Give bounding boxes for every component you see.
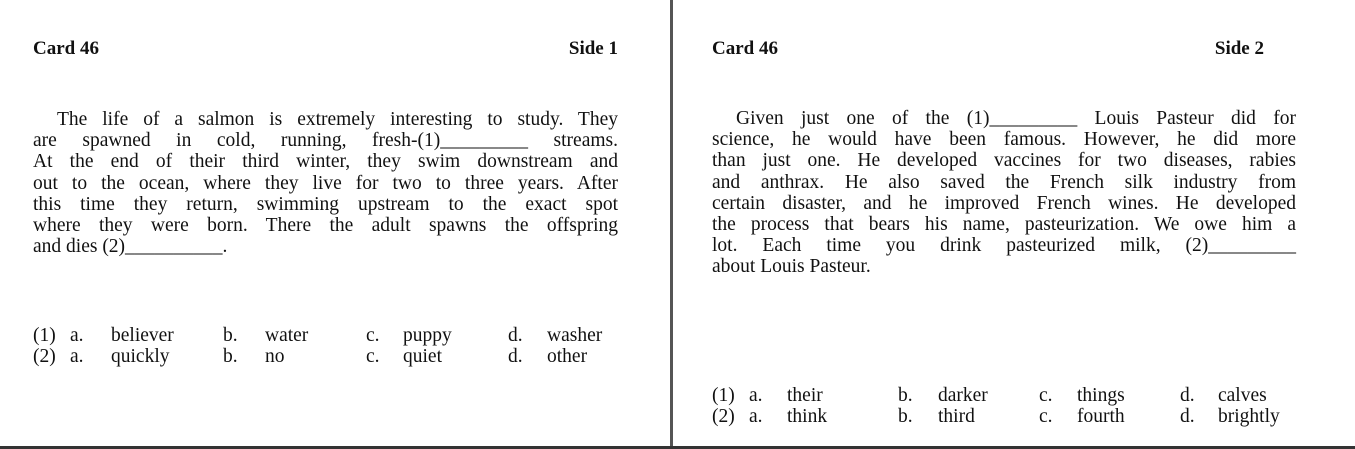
option-a: believer [111, 325, 174, 346]
passage: Given just one of the (1)_________ Louis… [712, 108, 1296, 278]
option-letter: d. [508, 346, 523, 367]
passage-line: science, he would have been famous. Howe… [712, 129, 1296, 151]
option-c: puppy [403, 325, 452, 346]
option-a: think [787, 406, 828, 427]
passage-line: this time they return, swimming upstream… [33, 193, 618, 215]
option-c: fourth [1077, 406, 1125, 427]
option-row-1: (1) a. their b. darker c. things d. calv… [712, 385, 1332, 406]
option-b: no [265, 346, 285, 367]
card-title: Card 46 [33, 38, 99, 59]
passage-line: At the end of their third winter, they s… [33, 151, 618, 173]
option-d: washer [547, 325, 603, 346]
option-letter: a. [70, 325, 84, 346]
option-row-2: (2) a. quickly b. no c. quiet d. other [33, 346, 633, 367]
passage-line: the process that bears his name, pasteur… [712, 214, 1296, 236]
card-side-label: Side 2 [1214, 38, 1264, 59]
option-d: brightly [1218, 406, 1280, 427]
passage-line: about Louis Pasteur. [712, 256, 871, 278]
passage-line: are spawned in cold, running, fresh-(1)_… [33, 130, 618, 152]
passage-line: and dies (2)__________. [33, 236, 228, 258]
option-row-1: (1) a. believer b. water c. puppy d. was… [33, 325, 633, 346]
option-letter: a. [749, 406, 763, 427]
option-b: water [265, 325, 309, 346]
option-letter: c. [1039, 406, 1053, 427]
card-side-1: Card 46 Side 1 The life of a salmon is e… [0, 0, 670, 446]
option-letter: b. [898, 385, 913, 406]
option-letter: d. [508, 325, 523, 346]
card-side-2: Card 46 Side 2 Given just one of the (1)… [673, 0, 1355, 446]
option-letter: a. [70, 346, 84, 367]
answer-options: (1) a. believer b. water c. puppy d. was… [33, 325, 633, 367]
option-b: darker [938, 385, 988, 406]
passage-line: The life of a salmon is extremely intere… [57, 109, 618, 130]
passage-line: and anthrax. He also saved the French si… [712, 171, 1296, 193]
option-letter: c. [366, 325, 380, 346]
passage-line: than just one. He developed vaccines for… [712, 150, 1296, 172]
passage-line: Given just one of the (1)_________ Louis… [736, 108, 1296, 129]
option-a: their [787, 385, 823, 406]
passage-line: where they were born. There the adult sp… [33, 215, 618, 237]
option-letter: b. [223, 325, 238, 346]
option-letter: c. [366, 346, 380, 367]
card-title: Card 46 [712, 38, 778, 59]
card-side-label: Side 1 [568, 38, 618, 59]
option-b: third [938, 406, 975, 427]
option-c: things [1077, 385, 1125, 406]
passage-line: certain disaster, and he improved French… [712, 192, 1296, 214]
option-number: (2) [33, 346, 56, 367]
option-letter: c. [1039, 385, 1053, 406]
option-letter: a. [749, 385, 763, 406]
passage-line: out to the ocean, where they live for tw… [33, 172, 618, 194]
option-a: quickly [111, 346, 170, 367]
option-d: other [547, 346, 588, 367]
option-letter: b. [223, 346, 238, 367]
answer-options: (1) a. their b. darker c. things d. calv… [712, 385, 1332, 427]
option-c: quiet [403, 346, 442, 367]
passage-line: lot. Each time you drink pasteurized mil… [712, 235, 1296, 257]
option-number: (1) [33, 325, 56, 346]
option-number: (1) [712, 385, 735, 406]
option-d: calves [1218, 385, 1267, 406]
option-letter: b. [898, 406, 913, 427]
passage: The life of a salmon is extremely intere… [33, 109, 618, 257]
option-number: (2) [712, 406, 735, 427]
option-letter: d. [1180, 385, 1195, 406]
option-row-2: (2) a. think b. third c. fourth d. brigh… [712, 406, 1332, 427]
option-letter: d. [1180, 406, 1195, 427]
